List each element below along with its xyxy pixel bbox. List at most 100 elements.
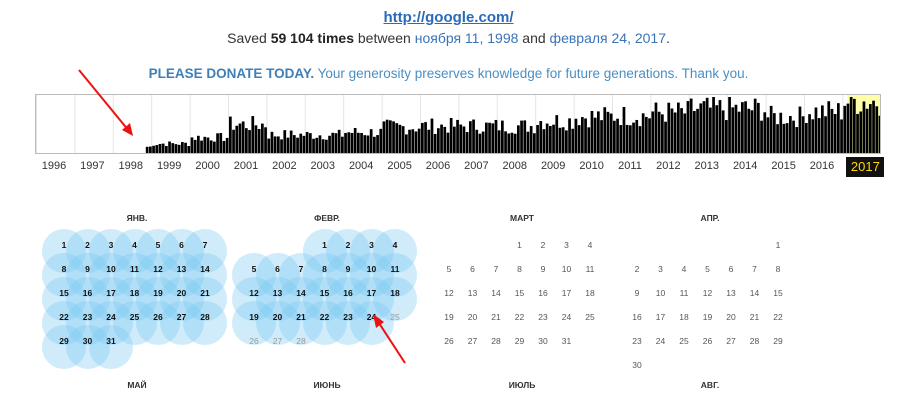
- calendar-day[interactable]: 10: [100, 264, 122, 274]
- calendar-day[interactable]: 29: [53, 336, 75, 346]
- calendar-day[interactable]: 3: [100, 240, 122, 250]
- year-label-2005[interactable]: 2005: [381, 160, 419, 172]
- calendar-day[interactable]: 21: [290, 312, 312, 322]
- calendar-day[interactable]: 24: [100, 312, 122, 322]
- calendar-day[interactable]: 16: [337, 288, 359, 298]
- year-label-1999[interactable]: 1999: [150, 160, 188, 172]
- calendar-day[interactable]: 26: [147, 312, 169, 322]
- donate-bold[interactable]: PLEASE DONATE TODAY.: [149, 66, 315, 81]
- calendar-day[interactable]: 17: [361, 288, 383, 298]
- calendar-day[interactable]: 5: [243, 264, 265, 274]
- calendar-day[interactable]: 20: [171, 288, 193, 298]
- calendar-day[interactable]: 27: [171, 312, 193, 322]
- saved-summary: Saved 59 104 times between ноября 11, 19…: [0, 30, 897, 46]
- calendar-day[interactable]: 4: [124, 240, 146, 250]
- capture-bar: [689, 98, 693, 153]
- calendar-day[interactable]: 14: [290, 288, 312, 298]
- year-label-2014[interactable]: 2014: [726, 160, 764, 172]
- year-label-2015[interactable]: 2015: [765, 160, 803, 172]
- calendar-day[interactable]: 15: [53, 288, 75, 298]
- calendar-day[interactable]: 7: [194, 240, 216, 250]
- calendar-day[interactable]: 24: [361, 312, 383, 322]
- calendar-day[interactable]: 1: [314, 240, 336, 250]
- year-label-1997[interactable]: 1997: [73, 160, 111, 172]
- calendar-day[interactable]: 19: [147, 288, 169, 298]
- site-url-link[interactable]: http://google.com/: [0, 9, 897, 26]
- year-label-2010[interactable]: 2010: [573, 160, 611, 172]
- calendar-day[interactable]: 11: [384, 264, 406, 274]
- year-label-2012[interactable]: 2012: [649, 160, 687, 172]
- calendar-day[interactable]: 18: [124, 288, 146, 298]
- calendar-day[interactable]: 9: [337, 264, 359, 274]
- calendar-day[interactable]: 21: [194, 288, 216, 298]
- calendar-day[interactable]: 13: [171, 264, 193, 274]
- year-label-2001[interactable]: 2001: [227, 160, 265, 172]
- calendar-day[interactable]: 30: [77, 336, 99, 346]
- timeline-histogram[interactable]: [36, 95, 880, 153]
- capture-bar: [264, 127, 267, 153]
- capture-bar: [337, 129, 341, 153]
- calendar-day: 1: [775, 240, 781, 250]
- donate-text: Your generosity preserves knowledge for …: [317, 66, 749, 81]
- month-title: АВГ.: [700, 380, 720, 390]
- capture-bar: [174, 144, 178, 153]
- calendar-day[interactable]: 28: [194, 312, 216, 322]
- year-label-2000[interactable]: 2000: [189, 160, 227, 172]
- calendar-day[interactable]: 6: [267, 264, 289, 274]
- capture-bar: [661, 114, 664, 153]
- calendar-day[interactable]: 9: [77, 264, 99, 274]
- calendar-day[interactable]: 23: [77, 312, 99, 322]
- calendar-day[interactable]: 16: [77, 288, 99, 298]
- capture-bar: [318, 135, 322, 153]
- year-label-2008[interactable]: 2008: [496, 160, 534, 172]
- calendar-day[interactable]: 15: [314, 288, 336, 298]
- calendar-day[interactable]: 17: [100, 288, 122, 298]
- calendar-day[interactable]: 23: [337, 312, 359, 322]
- last-capture-link[interactable]: февраля 24, 2017: [550, 30, 666, 46]
- year-label-2009[interactable]: 2009: [534, 160, 572, 172]
- year-label-1996[interactable]: 1996: [35, 160, 73, 172]
- calendar-day[interactable]: 18: [384, 288, 406, 298]
- calendar-day[interactable]: 14: [194, 264, 216, 274]
- year-label-2017[interactable]: 2017: [846, 157, 885, 177]
- calendar-day[interactable]: 2: [337, 240, 359, 250]
- capture-bar: [833, 114, 837, 153]
- year-label-2003[interactable]: 2003: [304, 160, 342, 172]
- year-label-2006[interactable]: 2006: [419, 160, 457, 172]
- donate-banner[interactable]: PLEASE DONATE TODAY. Your generosity pre…: [0, 66, 897, 81]
- calendar-day[interactable]: 12: [243, 288, 265, 298]
- calendar-day[interactable]: 7: [290, 264, 312, 274]
- calendar-day[interactable]: 25: [124, 312, 146, 322]
- calendar-day[interactable]: 3: [361, 240, 383, 250]
- calendar-day[interactable]: 1: [53, 240, 75, 250]
- calendar-day: 5: [705, 264, 710, 274]
- calendar-day[interactable]: 11: [124, 264, 146, 274]
- calendar-day[interactable]: 4: [384, 240, 406, 250]
- calendar-day[interactable]: 13: [267, 288, 289, 298]
- calendar-day[interactable]: 2: [77, 240, 99, 250]
- first-capture-link[interactable]: ноября 11, 1998: [415, 30, 519, 46]
- year-label-2007[interactable]: 2007: [457, 160, 495, 172]
- calendar-day[interactable]: 5: [147, 240, 169, 250]
- capture-bar: [721, 110, 725, 153]
- calendar-day[interactable]: 22: [314, 312, 336, 322]
- calendar-day[interactable]: 6: [171, 240, 193, 250]
- year-label-2002[interactable]: 2002: [265, 160, 303, 172]
- year-label-2004[interactable]: 2004: [342, 160, 380, 172]
- year-label-2013[interactable]: 2013: [688, 160, 726, 172]
- calendar-day[interactable]: 8: [53, 264, 75, 274]
- capture-bar: [478, 133, 482, 153]
- capture-bar: [216, 133, 219, 153]
- calendar-day: 17: [655, 312, 666, 322]
- calendar-day[interactable]: 10: [361, 264, 383, 274]
- calendar-day[interactable]: 31: [100, 336, 122, 346]
- calendar-day[interactable]: 20: [267, 312, 289, 322]
- calendar-day[interactable]: 22: [53, 312, 75, 322]
- year-label-1998[interactable]: 1998: [112, 160, 150, 172]
- year-label-2016[interactable]: 2016: [803, 160, 841, 172]
- calendar-day[interactable]: 8: [314, 264, 336, 274]
- calendar-day[interactable]: 12: [147, 264, 169, 274]
- capture-timeline[interactable]: [35, 94, 881, 154]
- year-label-2011[interactable]: 2011: [611, 160, 649, 172]
- calendar-day[interactable]: 19: [243, 312, 265, 322]
